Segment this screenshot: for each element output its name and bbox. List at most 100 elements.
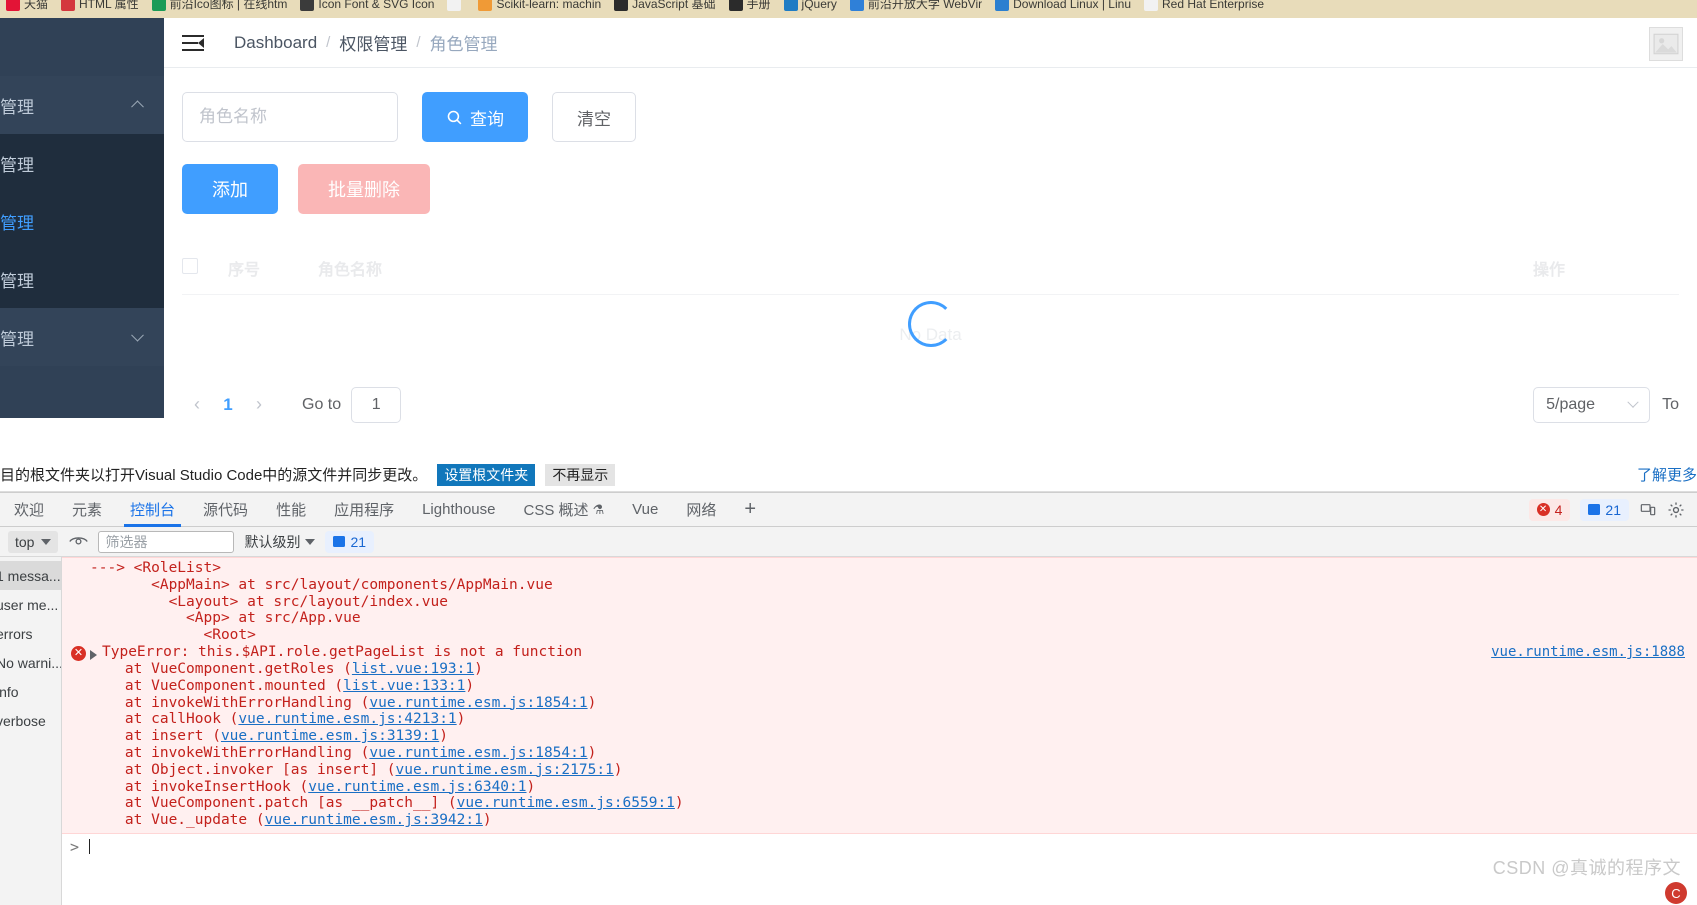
stack-frame-text: at insert ( <box>90 728 221 745</box>
bookmark-item[interactable]: 前沿Ico图标 | 在线htm <box>151 0 287 13</box>
stack-frame-tail: ) <box>456 711 466 728</box>
sidebar-item-1[interactable]: 权限管理 <box>0 76 164 134</box>
console-message-badge[interactable]: 21 <box>325 530 375 553</box>
stack-frame-link[interactable]: vue.runtime.esm.js:6559:1 <box>457 795 675 811</box>
console-sidebar-item-0[interactable]: 1 messa... <box>0 561 61 590</box>
console-sidebar-item-2[interactable]: errors <box>0 619 61 648</box>
page-content: 查询 清空 添加 批量删除 序号角色名称操作 No Data <box>164 68 1697 458</box>
devtools-tab-8[interactable]: Vue <box>618 493 672 527</box>
devices-icon[interactable] <box>1639 502 1657 518</box>
goto-input[interactable] <box>351 386 402 423</box>
search-input[interactable] <box>182 92 398 142</box>
breadcrumb: Dashboard / 权限管理 / 角色管理 <box>234 30 498 55</box>
stack-frame-link[interactable]: vue.runtime.esm.js:2175:1 <box>396 762 614 778</box>
chevron-up-icon <box>131 100 144 114</box>
devtools-tab-6[interactable]: Lighthouse <box>408 493 509 527</box>
stack-frame-tail: ) <box>465 677 475 694</box>
bookmark-item[interactable] <box>447 0 465 13</box>
devtools-tab-5[interactable]: 应用程序 <box>320 493 408 527</box>
message-count-badge[interactable]: 21 <box>1580 498 1629 521</box>
clear-button[interactable]: 清空 <box>552 92 636 142</box>
bookmark-item[interactable]: 手册 <box>728 0 771 13</box>
stack-frame-link[interactable]: vue.runtime.esm.js:4213:1 <box>238 711 456 727</box>
stack-frame-link[interactable]: list.vue:193:1 <box>352 661 474 677</box>
console-sidebar: 1 messa... user me... errors No warni... inf… <box>0 557 62 905</box>
bookmark-item[interactable]: HTML 属性 <box>61 0 139 13</box>
bookmark-item[interactable]: Scikit-learn: machin <box>478 0 601 13</box>
avatar-image <box>1653 33 1679 55</box>
console-sidebar-item-1[interactable]: user me... <box>0 590 61 619</box>
chevron-right-icon[interactable]: › <box>244 390 274 420</box>
devtools-tab-4[interactable]: 性能 <box>262 493 320 527</box>
bookmark-label: 天猫 <box>24 0 49 11</box>
devtools-tab-label: CSS 概述 <box>523 502 589 519</box>
message-count-value: 21 <box>1605 501 1621 518</box>
stack-frame-link[interactable]: vue.runtime.esm.js:6340:1 <box>308 779 526 795</box>
sidebar-item-0[interactable]: 首页 <box>0 18 164 76</box>
breadcrumb-item-1[interactable]: 权限管理 <box>339 30 407 55</box>
console-sidebar-item-4[interactable]: info <box>0 677 61 706</box>
select-all-checkbox[interactable] <box>182 257 198 274</box>
page-number-1[interactable]: 1 <box>212 395 244 415</box>
page-size-select[interactable]: 5/page <box>1533 386 1651 423</box>
stack-frame-link[interactable]: vue.runtime.esm.js:3139:1 <box>221 728 439 744</box>
sidebar-item-4[interactable]: 菜单管理 <box>0 250 164 308</box>
devtools-tab-0[interactable]: 欢迎 <box>0 493 58 527</box>
stack-frame-8: at VueComponent.patch [as __patch__] (vu… <box>90 795 1697 812</box>
devtools-tab-1[interactable]: 元素 <box>58 493 116 527</box>
devtools-tab-label: 控制台 <box>130 502 176 519</box>
console-sidebar-item-label: 1 messa... <box>0 567 61 584</box>
error-source-link[interactable]: vue.runtime.esm.js:1888 <box>1491 644 1685 660</box>
devtools-tab-7[interactable]: CSS 概述 ⚗ <box>510 493 619 527</box>
triangle-down-icon <box>41 538 52 545</box>
batch-delete-button[interactable]: 批量删除 <box>298 164 430 214</box>
chevron-left-icon[interactable]: ‹ <box>182 390 212 420</box>
console-sidebar-item-3[interactable]: No warni... <box>0 648 61 677</box>
stack-frame-link[interactable]: vue.runtime.esm.js:1854:1 <box>369 695 587 711</box>
context-selector[interactable]: top <box>8 530 59 553</box>
error-circle-icon: ✕ <box>71 645 86 661</box>
bookmark-item[interactable]: Download Linux | Linu <box>995 0 1131 13</box>
learn-more-link[interactable]: 了解更多 <box>1637 464 1697 485</box>
avatar[interactable] <box>1649 27 1683 61</box>
console-filter-input[interactable] <box>98 530 235 553</box>
screen-root: 天猫 HTML 属性 前沿Ico图标 | 在线htm Icon Font & SVG … <box>0 0 1697 905</box>
log-level-selector[interactable]: 默认级别 <box>244 532 316 552</box>
bookmark-item[interactable]: Red Hat Enterprise <box>1144 0 1264 13</box>
message-icon <box>1588 504 1601 515</box>
stack-frame-9: at Vue._update (vue.runtime.esm.js:3942:… <box>90 812 1697 829</box>
error-count-badge[interactable]: ✕ 4 <box>1528 498 1571 521</box>
dont-show-again-button[interactable]: 不再显示 <box>545 463 616 486</box>
eye-icon[interactable] <box>68 534 88 550</box>
app-viewport: 首页权限管理用户管理角色管理菜单管理商品管理 Dashboard/权限管理/角色… <box>0 18 1697 458</box>
bookmark-item[interactable]: 天猫 <box>6 0 48 13</box>
gear-icon[interactable] <box>1667 501 1685 519</box>
console-sidebar-item-label: user me... <box>0 596 59 613</box>
stack-frame-link[interactable]: list.vue:133:1 <box>343 678 465 694</box>
sidebar-item-3[interactable]: 角色管理 <box>0 192 164 250</box>
sidebar-item-2[interactable]: 用户管理 <box>0 134 164 192</box>
set-root-folder-button[interactable]: 设置根文件夹 <box>437 463 536 486</box>
devtools-tab-9[interactable]: 网络 <box>672 493 730 527</box>
add-button[interactable]: 添加 <box>182 164 278 214</box>
devtools-tab-2[interactable]: 控制台 <box>116 493 189 527</box>
console-prompt[interactable]: > <box>62 833 1697 860</box>
stack-frame-link[interactable]: vue.runtime.esm.js:1854:1 <box>369 745 587 761</box>
sidebar-item-5[interactable]: 商品管理 <box>0 308 164 366</box>
search-button[interactable]: 查询 <box>422 92 528 142</box>
stack-frame-text: at callHook ( <box>90 711 239 728</box>
loading-spinner-icon <box>907 301 954 347</box>
bookmark-item[interactable]: jQuery <box>783 0 837 13</box>
bookmark-item[interactable]: Icon Font & SVG Icon <box>300 0 434 13</box>
console-sidebar-item-5[interactable]: verbose <box>0 706 61 735</box>
plus-icon[interactable]: + <box>730 498 770 521</box>
breadcrumb-item-0[interactable]: Dashboard <box>234 33 317 53</box>
stack-frame-link[interactable]: vue.runtime.esm.js:3942:1 <box>265 812 483 828</box>
hamburger-collapse-icon[interactable] <box>182 34 204 51</box>
triangle-right-icon[interactable] <box>90 649 97 660</box>
stack-frame-text: at Vue._update ( <box>90 812 265 829</box>
devtools-tab-3[interactable]: 源代码 <box>189 493 262 527</box>
bookmark-item[interactable]: 前沿开放大学 WebVir <box>849 0 982 13</box>
bookmark-item[interactable]: JavaScript 基础 <box>614 0 716 13</box>
bookmark-label: Red Hat Enterprise <box>1162 0 1265 11</box>
